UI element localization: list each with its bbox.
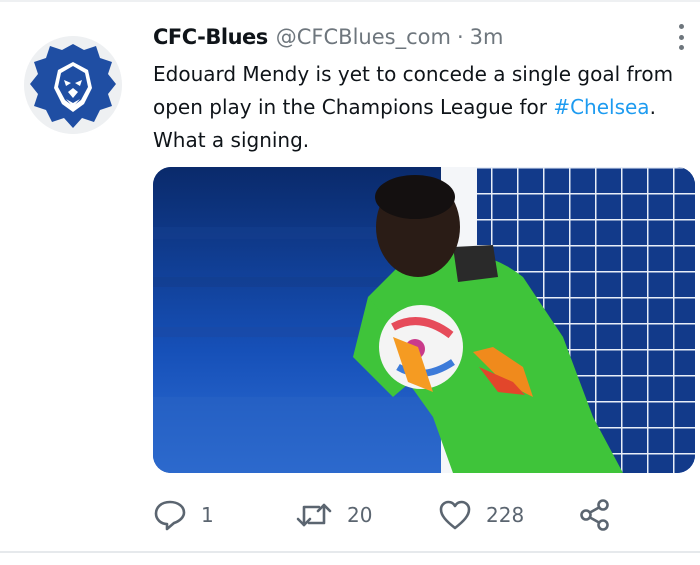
avatar[interactable] xyxy=(24,36,122,134)
separator-dot: · xyxy=(456,25,464,49)
heart-icon xyxy=(439,500,471,530)
more-dot xyxy=(678,34,684,40)
more-options-icon[interactable] xyxy=(672,22,690,52)
more-dot xyxy=(678,24,684,29)
share-icon xyxy=(580,499,609,531)
hashtag-link[interactable]: #Chelsea xyxy=(553,95,649,119)
reply-button[interactable]: 1 xyxy=(153,497,214,533)
like-button[interactable]: 228 xyxy=(438,497,524,533)
tweet-text: Edouard Mendy is yet to concede a single… xyxy=(153,58,693,157)
tweet-actions: 1 20 228 xyxy=(153,497,623,533)
top-divider xyxy=(0,0,700,2)
tweet-media-photo[interactable] xyxy=(153,167,695,473)
reply-count: 1 xyxy=(201,503,214,527)
lion-logo-icon xyxy=(24,36,122,134)
like-count: 228 xyxy=(486,503,525,527)
tweet-timestamp[interactable]: 3m xyxy=(470,25,504,49)
reply-icon xyxy=(154,500,186,531)
bottom-divider xyxy=(0,551,700,553)
retweet-button[interactable]: 20 xyxy=(295,497,372,533)
tweet-header: CFC-Blues @CFCBlues_com · 3m xyxy=(153,25,503,55)
retweet-icon xyxy=(296,503,332,527)
goalkeeper-photo xyxy=(153,167,695,473)
retweet-count: 20 xyxy=(347,503,373,527)
display-name[interactable]: CFC-Blues xyxy=(153,25,268,49)
user-handle[interactable]: @CFCBlues_com xyxy=(276,25,451,49)
share-button[interactable] xyxy=(578,497,612,533)
more-dot xyxy=(678,45,684,50)
